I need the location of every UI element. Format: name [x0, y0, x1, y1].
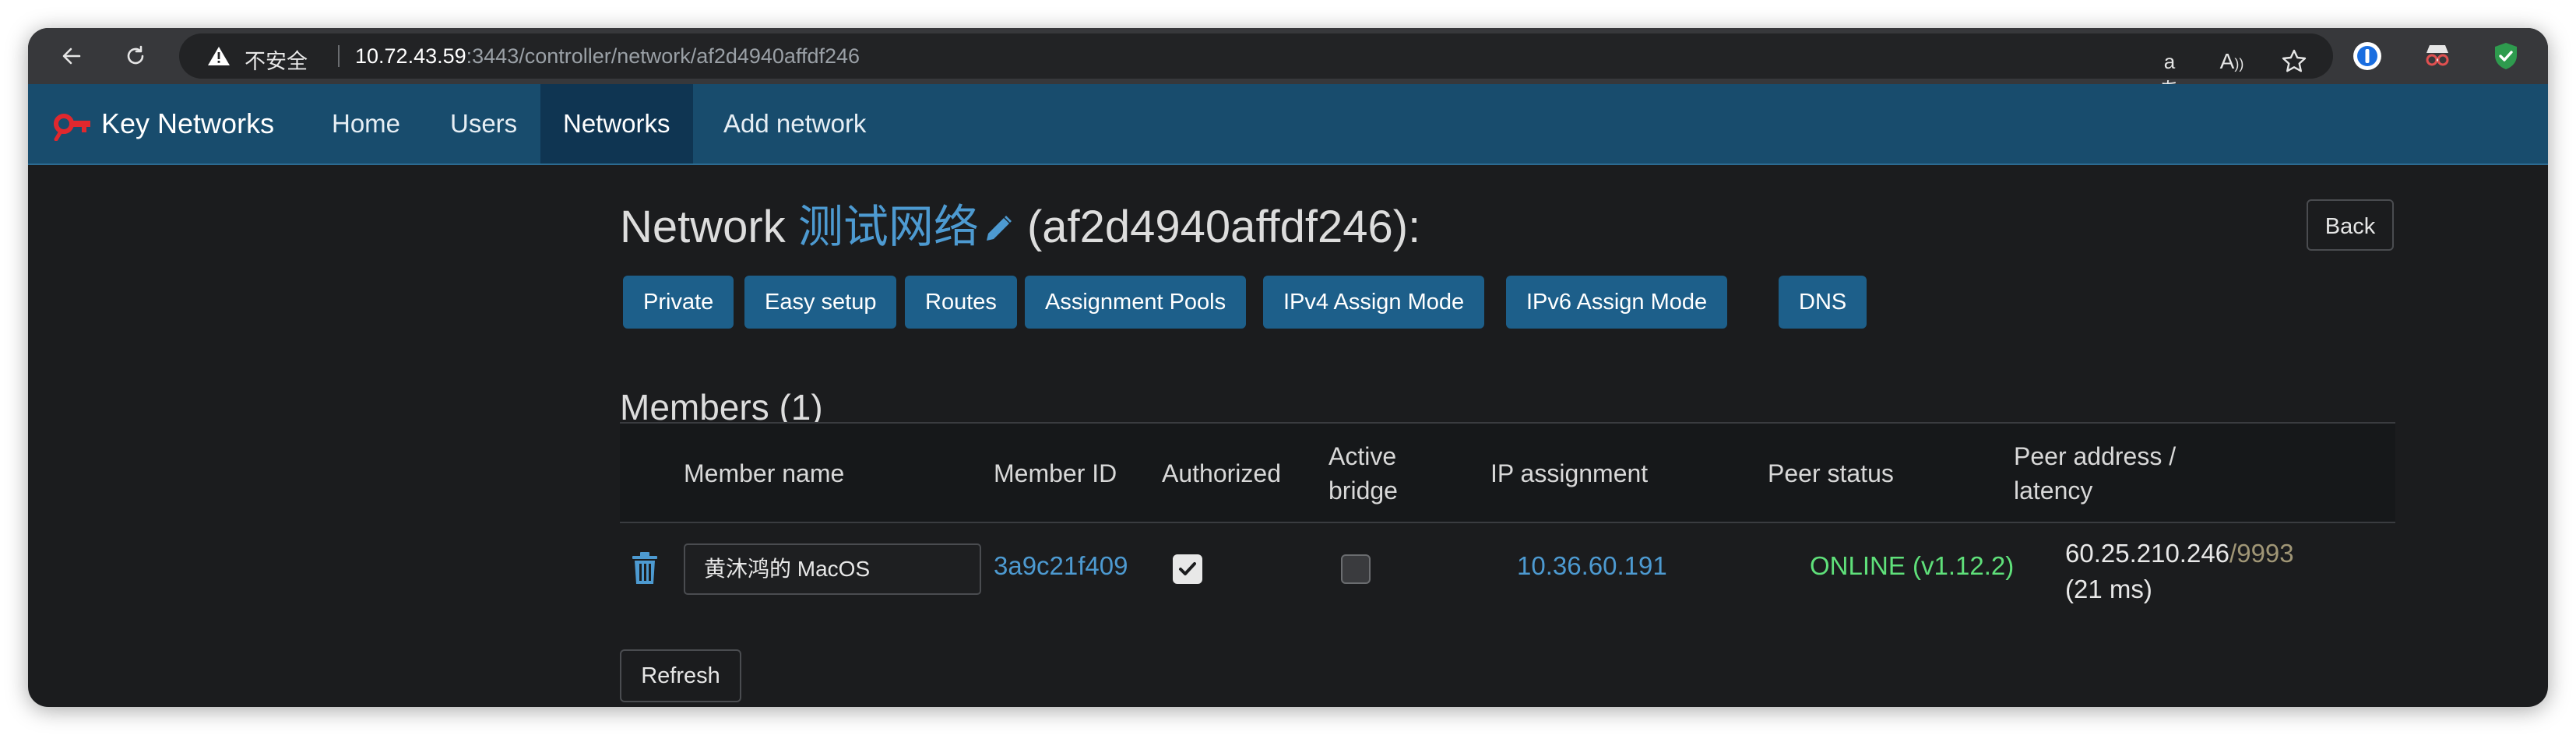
url-host: 10.72.43.59 [355, 44, 466, 68]
app-navbar: Key Networks Home Users Networks Add net… [28, 84, 2548, 165]
star-icon[interactable] [2280, 47, 2308, 76]
reload-button[interactable] [115, 36, 156, 76]
member-id-link[interactable]: 3a9c21f409 [994, 551, 1128, 581]
ipv6-assign-mode-button[interactable]: IPv6 Assign Mode [1506, 276, 1728, 329]
col-peer-address-line2: latency [2014, 477, 2093, 505]
browser-window: 不安全 10.72.43.59:3443/controller/network/… [28, 28, 2548, 707]
edit-pencil-icon[interactable] [982, 213, 1015, 245]
key-logo-icon [54, 114, 90, 141]
browser-toolbar: 不安全 10.72.43.59:3443/controller/network/… [28, 28, 2548, 101]
nav-users[interactable]: Users [450, 84, 517, 164]
back-button[interactable] [51, 36, 92, 76]
col-active-bridge: Active bridge [1328, 439, 1398, 508]
security-label[interactable]: 不安全 [245, 44, 308, 75]
private-button[interactable]: Private [623, 276, 734, 329]
shield-extension-icon[interactable] [2490, 40, 2521, 72]
easy-setup-button[interactable]: Easy setup [744, 276, 897, 329]
network-name[interactable]: 测试网络 [798, 202, 979, 252]
ipv4-assign-mode-button[interactable]: IPv4 Assign Mode [1263, 276, 1485, 329]
title-prefix: Network [620, 202, 798, 252]
trash-icon[interactable] [631, 551, 659, 586]
translate-icon[interactable]: aあ [2154, 47, 2185, 101]
title-suffix: (af2d4940affdf246): [1014, 202, 1421, 252]
peer-address: 60.25.210.246/9993 (21 ms) [2065, 536, 2294, 607]
col-member-id: Member ID [994, 459, 1117, 487]
col-member-name: Member name [684, 459, 845, 487]
peer-ip: 60.25.210.246 [2065, 539, 2230, 568]
routes-button[interactable]: Routes [905, 276, 1017, 329]
warning-icon [208, 47, 230, 65]
col-ip-assignment: IP assignment [1490, 459, 1649, 487]
refresh-button[interactable]: Refresh [620, 649, 741, 702]
back-page-button[interactable]: Back [2307, 199, 2394, 251]
nav-add-network[interactable]: Add network [723, 84, 866, 164]
col-peer-status: Peer status [1768, 459, 1894, 487]
url-separator [338, 45, 340, 67]
ip-assignment-link[interactable]: 10.36.60.191 [1517, 551, 1667, 581]
nav-networks[interactable]: Networks [540, 84, 693, 164]
col-peer-address-line1: Peer address / [2014, 442, 2177, 470]
read-aloud-icon[interactable]: A)) [2216, 47, 2247, 76]
authorized-checkbox[interactable] [1173, 554, 1202, 584]
url-path: :3443/controller/network/af2d4940affdf24… [466, 44, 860, 68]
dns-button[interactable]: DNS [1779, 276, 1867, 329]
brand-link[interactable]: Key Networks [53, 84, 274, 164]
nav-home[interactable]: Home [332, 84, 400, 164]
checkmark-icon [1179, 562, 1196, 575]
password-manager-icon[interactable] [2352, 40, 2383, 72]
table-header-border [620, 522, 2395, 523]
page-title: Network 测试网络 (af2d4940affdf246): [620, 190, 1420, 255]
col-active-bridge-line2: bridge [1328, 477, 1398, 505]
reload-icon [127, 45, 144, 65]
url-text[interactable]: 10.72.43.59:3443/controller/network/af2d… [355, 44, 860, 69]
member-name-input[interactable]: 黄沐鸿的 MacOS [684, 543, 981, 595]
col-active-bridge-line1: Active [1328, 442, 1397, 470]
address-bar[interactable]: 不安全 10.72.43.59:3443/controller/network/… [179, 33, 2333, 101]
peer-port: /9993 [2229, 539, 2294, 568]
assignment-pools-button[interactable]: Assignment Pools [1025, 276, 1247, 329]
active-bridge-checkbox[interactable] [1341, 554, 1371, 584]
brand-name: Key Networks [101, 107, 275, 139]
back-arrow-icon [62, 47, 81, 65]
incognito-extension-icon[interactable] [2422, 40, 2453, 72]
col-peer-address: Peer address / latency [2014, 439, 2176, 508]
peer-latency: (21 ms) [2065, 575, 2152, 603]
peer-status-text: ONLINE (v1.12.2) [1810, 551, 2015, 580]
col-authorized: Authorized [1162, 459, 1281, 487]
